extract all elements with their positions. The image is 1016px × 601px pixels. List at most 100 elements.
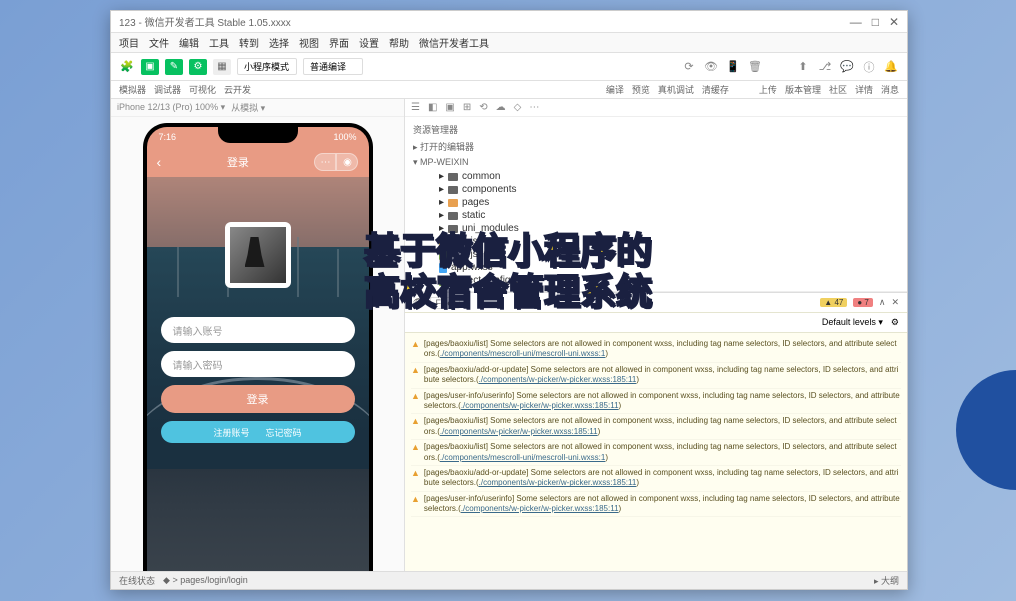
remote-debug-button[interactable]: 📱 [725,59,741,75]
register-link[interactable]: 注册账号 [213,426,249,439]
warning-icon: ▲ [411,391,420,412]
minimize-button[interactable]: — [850,15,862,29]
version-button[interactable]: ⎇ [817,59,833,75]
password-input[interactable]: 请输入密码 [161,351,355,377]
menu-tools[interactable]: 工具 [209,35,229,50]
tab-icon[interactable]: ◇ [514,102,522,113]
tab-icon[interactable]: ⋯ [529,102,539,113]
tree-item-pages[interactable]: ▸ pages [413,196,899,209]
console-close-icon[interactable]: ∧ [879,297,886,308]
simulator-panel: iPhone 12/13 (Pro) 100% ▾ 从模拟 ▾ 7:16 100… [111,99,405,571]
open-editors-section[interactable]: ▸ 打开的编辑器 [413,138,899,155]
status-path: ◆ > pages/login/login [163,575,248,586]
status-outline[interactable]: ▸ 大纲 [874,574,899,587]
label-upload: 上传 [759,83,777,96]
console-warning: ▲[pages/baoxiu/list] Some selectors are … [411,337,901,363]
capsule-close[interactable]: ◉ [336,153,358,171]
console-gear-icon[interactable]: ⚙ [891,317,899,328]
menu-edit[interactable]: 编辑 [179,35,199,50]
forgot-link[interactable]: 忘记密码 [266,426,302,439]
tree-item-app.json[interactable]: app.json [413,248,899,261]
menu-project[interactable]: 项目 [119,35,139,50]
label-details: 详情 [855,83,873,96]
debugger-toggle[interactable]: ⚙ [189,59,207,75]
phone-frame: 7:16 100% ‹ 登录 ⋯ ◉ [143,123,373,571]
menu-select[interactable]: 选择 [269,35,289,50]
folder-icon [448,212,458,220]
folder-icon [448,186,458,194]
phone-screen[interactable]: 7:16 100% ‹ 登录 ⋯ ◉ [147,127,369,571]
notification-button[interactable]: 🔔 [883,59,899,75]
tab-icon[interactable]: ▣ [445,102,454,113]
folder-icon [448,173,458,181]
upload-button[interactable]: ⬆ [795,59,811,75]
device-select[interactable]: iPhone 12/13 (Pro) 100% ▾ [117,102,225,113]
tab-icon[interactable]: ⊞ [463,102,471,113]
mode-select[interactable]: 小程序模式 [237,58,297,75]
login-avatar [225,222,291,288]
clear-cache-button[interactable]: 🗑 [747,59,763,75]
username-input[interactable]: 请输入账号 [161,317,355,343]
compile-button[interactable]: ⟳ [681,59,697,75]
tree-item-static[interactable]: ▸ static [413,209,899,222]
maximize-button[interactable]: □ [872,15,879,29]
close-button[interactable]: ✕ [889,15,899,29]
capsule-menu[interactable]: ⋯ [314,153,336,171]
tab-icon[interactable]: ⟲ [479,102,487,113]
status-battery: 100% [333,132,356,142]
editor-toggle[interactable]: ✎ [165,59,183,75]
tree-item-project.config.json[interactable]: project.config.json [413,274,899,287]
console-close-button[interactable]: ✕ [891,297,899,308]
compile-select[interactable]: 普通编译 [303,58,363,75]
visual-toggle[interactable]: ▦ [213,59,231,75]
file-icon [439,250,447,260]
menu-file[interactable]: 文件 [149,35,169,50]
console-eye-icon[interactable]: 👁 [413,297,424,308]
error-count-badge[interactable]: ● 7 [853,298,873,307]
menu-interface[interactable]: 界面 [329,35,349,50]
nav-title: 登录 [227,154,249,170]
preview-button[interactable]: 👁 [703,59,719,75]
menu-wechat[interactable]: 微信开发者工具 [419,35,489,50]
menu-settings[interactable]: 设置 [359,35,379,50]
tree-item-app.wxss[interactable]: app.wxss [413,261,899,274]
console-output[interactable]: ▲[pages/baoxiu/list] Some selectors are … [405,333,907,571]
community-button[interactable]: 💬 [839,59,855,75]
simulator-toggle[interactable]: ▣ [141,59,159,75]
tree-item-components[interactable]: ▸ components [413,183,899,196]
label-simulator: 模拟器 [119,83,146,96]
warning-icon: ▲ [411,339,420,360]
tab-icon[interactable]: ☰ [411,102,420,113]
tree-item-uni_modules[interactable]: ▸ uni_modules [413,222,899,235]
warning-count-badge[interactable]: ▲ 47 [820,298,847,307]
console-filter-input[interactable]: Filter [430,297,460,309]
statusbar: 在线状态 ◆ > pages/login/login ▸ 大纲 [111,571,907,589]
label-compile: 编译 [606,83,624,96]
login-button[interactable]: 登录 [161,385,355,413]
label-clear: 清缓存 [702,83,729,96]
details-button[interactable]: ⓘ [861,59,877,75]
console-warning: ▲[pages/baoxiu/list] Some selectors are … [411,440,901,466]
file-icon [439,276,447,286]
sim-extra-select[interactable]: 从模拟 ▾ [231,101,265,114]
console-levels-select[interactable]: Default levels ▾ [822,317,883,328]
warning-icon: ▲ [411,494,420,515]
console-warning: ▲[pages/user-info/userinfo] Some selecto… [411,492,901,518]
tree-item-app.js[interactable]: app.js [413,235,899,248]
console-panel: 👁 Filter ▲ 47 ● 7 ∧ ✕ Default levels ▾ ⚙… [405,292,907,571]
console-warning: ▲[pages/baoxiu/list] Some selectors are … [411,414,901,440]
menu-view[interactable]: 视图 [299,35,319,50]
tree-item-common[interactable]: ▸ common [413,170,899,183]
project-root[interactable]: ▾ MP-WEIXIN [413,155,899,170]
menu-goto[interactable]: 转到 [239,35,259,50]
menu-help[interactable]: 帮助 [389,35,409,50]
devtools-window: 123 - 微信开发者工具 Stable 1.05.xxxx — □ ✕ 项目 … [110,10,908,590]
editor-panel: ☰ ◧ ▣ ⊞ ⟲ ☁ ◇ ⋯ 资源管理器 ▸ 打开的编辑器 ▾ MP-WEIX… [405,99,907,571]
label-debugger: 调试器 [154,83,181,96]
tab-icon[interactable]: ◧ [428,102,437,113]
tab-icon[interactable]: ☁ [496,102,506,113]
nav-back-button[interactable]: ‹ [157,154,162,170]
warning-icon: ▲ [411,365,420,386]
phone-notch [218,127,298,143]
folder-icon [448,225,458,233]
